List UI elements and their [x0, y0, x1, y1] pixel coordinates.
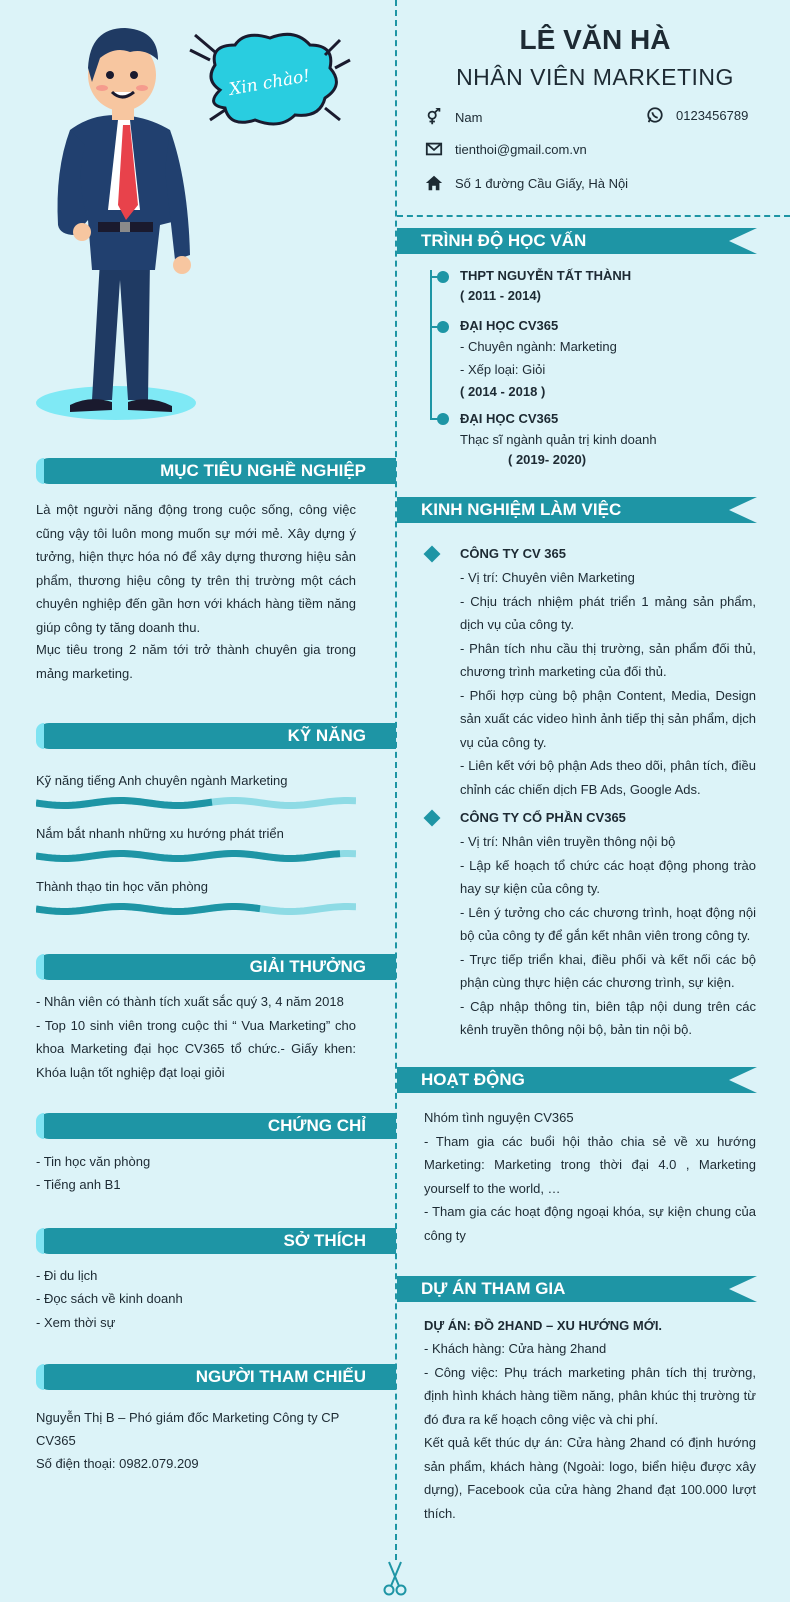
company-1-name: CÔNG TY CV 365: [460, 546, 566, 561]
edu-2-years: ( 2014 - 2018 ): [460, 384, 546, 399]
cv-page: Xin chào! LÊ VĂN HÀ NHÂN VIÊN MARKETING …: [0, 0, 790, 1602]
edu-2-line: - Chuyên ngành: Marketing: [460, 339, 617, 354]
phone-value: 0123456789: [676, 107, 749, 123]
references-header: NGƯỜI THAM CHIẾU: [36, 1364, 396, 1390]
skill-label: Kỹ năng tiếng Anh chuyên ngành Marketing: [36, 773, 288, 788]
education-timeline: [430, 270, 432, 418]
certificate-item: - Tiếng anh B1: [36, 1177, 121, 1192]
skill-label: Nắm bắt nhanh những xu hướng phát triển: [36, 826, 284, 841]
activities-text: Nhóm tình nguyện CV365 - Tham gia các bu…: [424, 1110, 756, 1243]
timeline-dot: [437, 321, 449, 333]
hobbies-header: SỞ THÍCH: [36, 1228, 396, 1254]
project-name: DỰ ÁN: ĐỒ 2HAND – XU HƯỚNG MỚI.: [424, 1318, 663, 1333]
gender-row: Nam: [425, 108, 482, 126]
address-value: Số 1 đường Cầu Giấy, Hà Nội: [455, 175, 629, 191]
objective-header: MỤC TIÊU NGHỀ NGHIỆP: [36, 458, 396, 484]
objective-goal: Mục tiêu trong 2 năm tới trở thành chuyê…: [36, 642, 356, 681]
skill-label: Thành thạo tin học văn phòng: [36, 879, 209, 894]
envelope-icon: [425, 142, 443, 156]
candidate-role: NHÂN VIÊN MARKETING: [456, 64, 734, 90]
edu-3-years: ( 2019- 2020): [508, 452, 587, 467]
gender-icon: [427, 108, 441, 125]
hobby-item: - Xem thời sự: [36, 1315, 116, 1330]
objective-text: Là một người năng động trong cuộc sống, …: [36, 502, 356, 635]
skill-level-bar: [36, 849, 356, 863]
address-row: Số 1 đường Cầu Giấy, Hà Nội: [425, 174, 628, 192]
certificates-header: CHỨNG CHỈ: [36, 1113, 396, 1139]
edu-2-line: - Xếp loại: Giỏi: [460, 362, 546, 377]
activities-header: HOẠT ĐỘNG: [397, 1067, 757, 1093]
edu-1-years: ( 2011 - 2014): [460, 288, 541, 303]
candidate-name: LÊ VĂN HÀ: [519, 24, 671, 55]
diamond-icon: [423, 545, 441, 563]
projects-header: DỰ ÁN THAM GIA: [397, 1276, 757, 1302]
email-value: tienthoi@gmail.com.vn: [455, 141, 587, 157]
reference-line: CV365: [36, 1433, 76, 1448]
phone-row: 0123456789: [646, 106, 748, 124]
email-row: tienthoi@gmail.com.vn: [425, 140, 587, 158]
skill-fill: [36, 849, 341, 863]
reference-phone: Số điện thoại: 0982.079.209: [36, 1456, 199, 1471]
company-2-text: - Vị trí: Nhân viên truyền thông nội bộ …: [460, 834, 756, 1037]
skill-fill: [36, 902, 261, 916]
scissors-icon: [383, 1561, 407, 1596]
company-1-text: - Vị trí: Chuyên viên Marketing - Chịu t…: [460, 570, 756, 797]
hobby-item: - Đi du lịch: [36, 1268, 98, 1283]
skills-header: KỸ NĂNG: [36, 723, 396, 749]
company-2-name: CÔNG TY CỔ PHẦN CV365: [460, 810, 626, 825]
header-divider: [397, 215, 790, 217]
awards-header: GIẢI THƯỞNG: [36, 954, 396, 980]
reference-line: Nguyễn Thị B – Phó giám đốc Marketing Cô…: [36, 1410, 340, 1425]
project-text: - Khách hàng: Cửa hàng 2hand - Công việc…: [424, 1341, 756, 1521]
avatar-illustration: Xin chào!: [36, 28, 351, 420]
awards-text: - Nhân viên có thành tích xuất sắc quý 3…: [36, 994, 356, 1080]
skill-fill: [36, 796, 213, 810]
gender-value: Nam: [455, 109, 483, 125]
hobby-item: - Đọc sách về kinh doanh: [36, 1291, 183, 1306]
whatsapp-icon: [647, 107, 663, 123]
experience-header: KINH NGHIỆM LÀM VIỆC: [397, 497, 757, 523]
timeline-dot: [437, 413, 449, 425]
certificate-item: - Tin học văn phòng: [36, 1154, 151, 1169]
timeline-dot: [437, 271, 449, 283]
skill-level-bar: [36, 796, 356, 810]
edu-3-school: ĐẠI HỌC CV365: [460, 411, 559, 426]
diamond-icon: [423, 809, 441, 827]
education-header: TRÌNH ĐỘ HỌC VẤN: [397, 228, 757, 254]
skill-level-bar: [36, 902, 356, 916]
home-icon: [425, 175, 443, 191]
edu-2-school: ĐẠI HỌC CV365: [460, 318, 559, 333]
